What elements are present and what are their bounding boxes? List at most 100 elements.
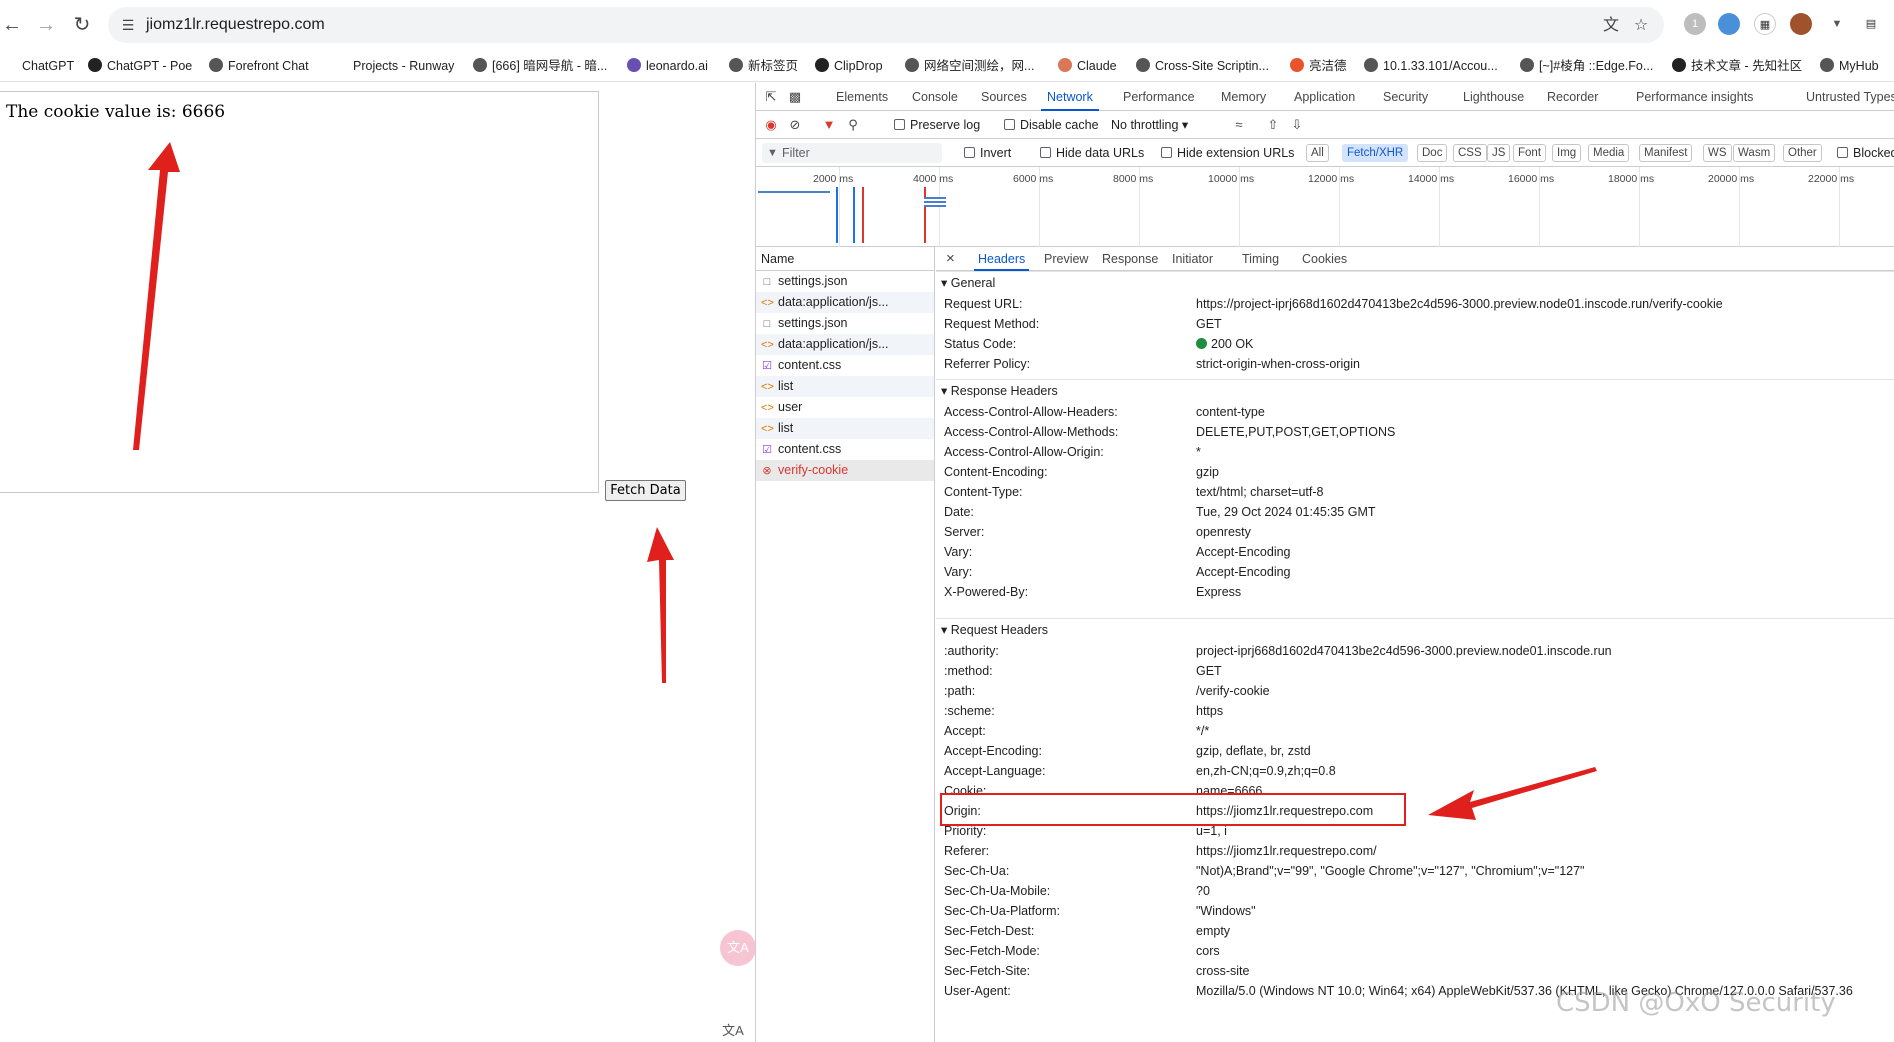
chip-manifest[interactable]: Manifest: [1639, 144, 1693, 162]
tab-application[interactable]: Application: [1294, 83, 1355, 111]
tab-preview[interactable]: Preview: [1044, 247, 1088, 271]
tab-network[interactable]: Network: [1041, 83, 1099, 111]
reload-icon[interactable]: ↻: [70, 13, 94, 37]
request-row[interactable]: ☑ content.css: [756, 439, 934, 460]
chip-img[interactable]: Img: [1552, 144, 1582, 162]
disable-cache-checkbox[interactable]: Disable cache: [1004, 111, 1099, 139]
search-icon[interactable]: ⚲: [844, 116, 862, 134]
tab-response[interactable]: Response: [1102, 247, 1158, 271]
fetch-data-button[interactable]: Fetch Data: [605, 480, 686, 501]
extension-v-icon[interactable]: ▼: [1826, 13, 1848, 35]
request-row[interactable]: □ settings.json: [756, 313, 934, 334]
general-section-header[interactable]: ▾ General: [936, 271, 1894, 293]
tab-untrusted-types[interactable]: Untrusted Types: [1806, 83, 1894, 111]
tab-performance-insights[interactable]: Performance insights: [1636, 83, 1753, 111]
throttling-select[interactable]: No throttling ▾: [1111, 111, 1188, 139]
request-headers-section-header[interactable]: ▾ Request Headers: [936, 618, 1894, 640]
bookmark-star-icon[interactable]: ☆: [1630, 15, 1652, 37]
bookmark-item[interactable]: 技术文章 - 先知社区: [1672, 56, 1802, 76]
bookmark-item[interactable]: 新标签页: [729, 56, 798, 76]
bookmark-item[interactable]: 10.1.33.101/Accou...: [1364, 56, 1498, 76]
tab-security[interactable]: Security: [1383, 83, 1428, 111]
request-row[interactable]: <> user: [756, 397, 934, 418]
bookmark-item[interactable]: Claude: [1058, 56, 1117, 76]
blocked-checkbox[interactable]: Blocked: [1837, 139, 1894, 167]
extension-icon[interactable]: 1: [1684, 13, 1706, 35]
chip-other[interactable]: Other: [1783, 144, 1822, 162]
request-row-selected[interactable]: ⊗ verify-cookie: [756, 460, 934, 481]
preserve-log-checkbox[interactable]: Preserve log: [894, 111, 980, 139]
request-row[interactable]: ☑ content.css: [756, 355, 934, 376]
bookmark-item[interactable]: [~]#棱角 ::Edge.Fo...: [1520, 56, 1653, 76]
name-column-header[interactable]: Name: [756, 247, 934, 271]
bookmark-item[interactable]: ChatGPT - Poe: [88, 56, 192, 76]
chip-doc[interactable]: Doc: [1417, 144, 1448, 162]
device-toolbar-icon[interactable]: ▩: [786, 88, 804, 106]
hide-extension-urls-checkbox[interactable]: Hide extension URLs: [1161, 139, 1294, 167]
tab-initiator[interactable]: Initiator: [1172, 247, 1213, 271]
extension-list-icon[interactable]: ▤: [1860, 13, 1882, 35]
tab-timing[interactable]: Timing: [1242, 247, 1279, 271]
chip-js[interactable]: JS: [1487, 144, 1511, 162]
bookmark-item[interactable]: ChatGPT: [22, 56, 74, 76]
request-row[interactable]: <> list: [756, 418, 934, 439]
chip-ws[interactable]: WS: [1703, 144, 1732, 162]
request-row[interactable]: <> data:application/js...: [756, 292, 934, 313]
bookmark-item[interactable]: [666] 暗网导航 - 暗...: [473, 56, 607, 76]
bookmark-item[interactable]: 网络空间测绘，网...: [905, 56, 1034, 76]
tab-performance[interactable]: Performance: [1123, 83, 1195, 111]
bookmark-item[interactable]: Projects - Runway: [353, 56, 454, 76]
script-icon: <>: [761, 423, 774, 435]
bookmark-item[interactable]: 亮洁德: [1290, 56, 1347, 76]
request-row[interactable]: <> list: [756, 376, 934, 397]
chip-all[interactable]: All: [1306, 144, 1329, 162]
bookmark-item[interactable]: Forefront Chat: [209, 56, 309, 76]
chip-css[interactable]: CSS: [1453, 144, 1487, 162]
network-overview-timeline[interactable]: 2000 ms 4000 ms 6000 ms 8000 ms 10000 ms…: [756, 167, 1894, 247]
extension-shield-icon[interactable]: [1718, 13, 1740, 35]
address-bar[interactable]: ☰ jiomz1lr.requestrepo.com 文 ☆: [108, 7, 1664, 43]
invert-checkbox[interactable]: Invert: [964, 139, 1011, 167]
chip-wasm[interactable]: Wasm: [1733, 144, 1776, 162]
chip-font[interactable]: Font: [1513, 144, 1547, 162]
page-viewport: The cookie value is: 6666 Fetch Data 文A …: [0, 83, 756, 1042]
tab-memory[interactable]: Memory: [1221, 83, 1266, 111]
tab-sources[interactable]: Sources: [981, 83, 1027, 111]
filter-input[interactable]: ▼ Filter: [762, 143, 942, 163]
tab-headers[interactable]: Headers: [974, 247, 1030, 271]
bookmark-item[interactable]: Cross-Site Scriptin...: [1136, 56, 1269, 76]
tab-recorder[interactable]: Recorder: [1547, 83, 1598, 111]
export-har-icon[interactable]: ⇩: [1288, 116, 1306, 134]
translate-float-icon[interactable]: 文A: [720, 930, 756, 966]
request-list: Name □ settings.json <> data:application/j…: [756, 247, 935, 1042]
import-har-icon[interactable]: ⇧: [1264, 116, 1282, 134]
response-headers-section-header[interactable]: ▾ Response Headers: [936, 379, 1894, 401]
site-info-icon[interactable]: ☰: [118, 15, 138, 35]
request-row[interactable]: <> data:application/js...: [756, 334, 934, 355]
bookmark-item[interactable]: ClipDrop: [815, 56, 883, 76]
record-stop-icon[interactable]: ◉: [762, 116, 780, 134]
translate-small-icon[interactable]: 文A: [722, 1020, 744, 1042]
close-icon[interactable]: ×: [946, 247, 955, 271]
bookmark-item[interactable]: MyHub: [1820, 56, 1879, 76]
filter-funnel-icon[interactable]: ▼: [820, 116, 838, 134]
extension-badge: 1: [1691, 18, 1699, 30]
extension-cookie-icon[interactable]: [1790, 13, 1812, 35]
inspect-element-icon[interactable]: ⇱: [762, 88, 780, 106]
tab-lighthouse[interactable]: Lighthouse: [1463, 83, 1524, 111]
extension-puzzle-icon[interactable]: ▦: [1754, 13, 1776, 35]
tab-console[interactable]: Console: [912, 83, 958, 111]
network-conditions-icon[interactable]: ≈: [1230, 116, 1248, 134]
request-row[interactable]: □ settings.json: [756, 271, 934, 292]
tab-elements[interactable]: Elements: [836, 83, 888, 111]
translate-icon[interactable]: 文: [1600, 15, 1622, 37]
forward-icon[interactable]: →: [34, 13, 58, 37]
hide-data-urls-checkbox[interactable]: Hide data URLs: [1040, 139, 1144, 167]
chip-fetch-xhr[interactable]: Fetch/XHR: [1342, 144, 1409, 162]
bookmark-item[interactable]: leonardo.ai: [627, 56, 708, 76]
overview-dcl-line: [853, 187, 855, 243]
chip-media[interactable]: Media: [1588, 144, 1630, 162]
tab-cookies[interactable]: Cookies: [1302, 247, 1347, 271]
back-icon[interactable]: ←: [0, 13, 24, 37]
clear-icon[interactable]: ⊘: [786, 116, 804, 134]
